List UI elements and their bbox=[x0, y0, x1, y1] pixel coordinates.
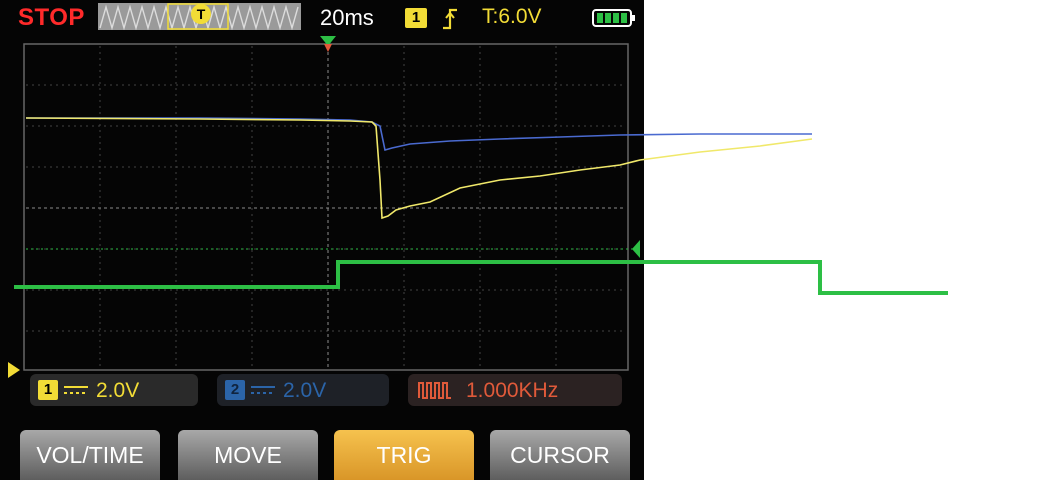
ch1-trace bbox=[25, 117, 813, 220]
trace-overlay bbox=[14, 117, 948, 295]
ch2-trace bbox=[26, 117, 812, 152]
logic-trace bbox=[14, 260, 948, 295]
